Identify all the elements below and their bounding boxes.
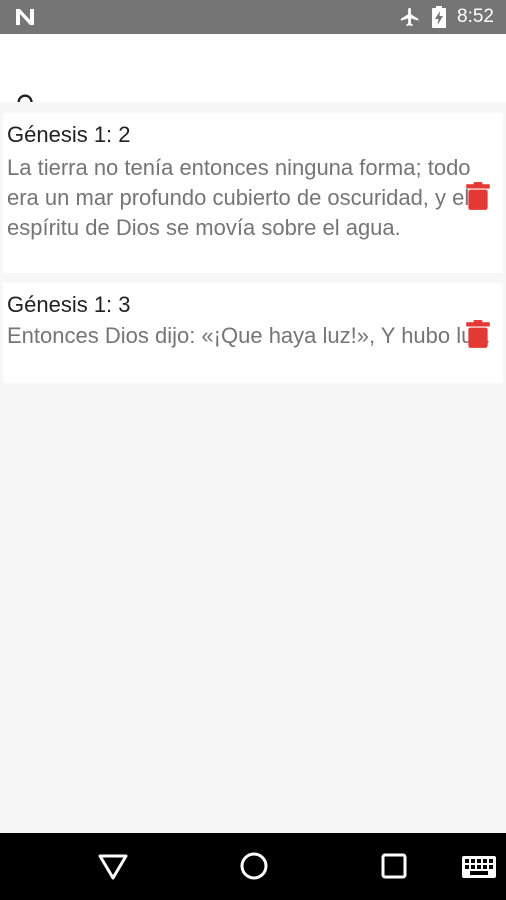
airplane-mode-icon [400, 7, 419, 27]
status-time: 8:52 [457, 6, 494, 27]
delete-icon[interactable] [465, 181, 491, 211]
verse-card[interactable]: Génesis 1: 2 La tierra no tenía entonces… [3, 113, 503, 273]
search-input[interactable] [56, 48, 490, 90]
delete-icon[interactable] [465, 319, 491, 349]
verse-reference: Génesis 1: 2 [7, 122, 131, 147]
recents-icon[interactable] [380, 852, 408, 880]
search-bar [0, 34, 506, 115]
n-logo-icon [16, 9, 34, 25]
battery-charging-icon [432, 6, 446, 28]
verse-text: La tierra no tenía entonces ninguna form… [7, 155, 471, 240]
verse-reference: Génesis 1: 3 [7, 292, 131, 317]
status-bar: 8:52 [0, 0, 506, 34]
verse-card[interactable]: Génesis 1: 3 Entonces Dios dijo: «¡Que h… [3, 283, 503, 383]
home-icon[interactable] [238, 850, 270, 882]
back-icon[interactable] [97, 853, 129, 881]
verse-text: Entonces Dios dijo: «¡Que haya luz!», Y … [7, 323, 491, 348]
navigation-bar [0, 833, 506, 900]
keyboard-icon[interactable] [462, 856, 496, 878]
